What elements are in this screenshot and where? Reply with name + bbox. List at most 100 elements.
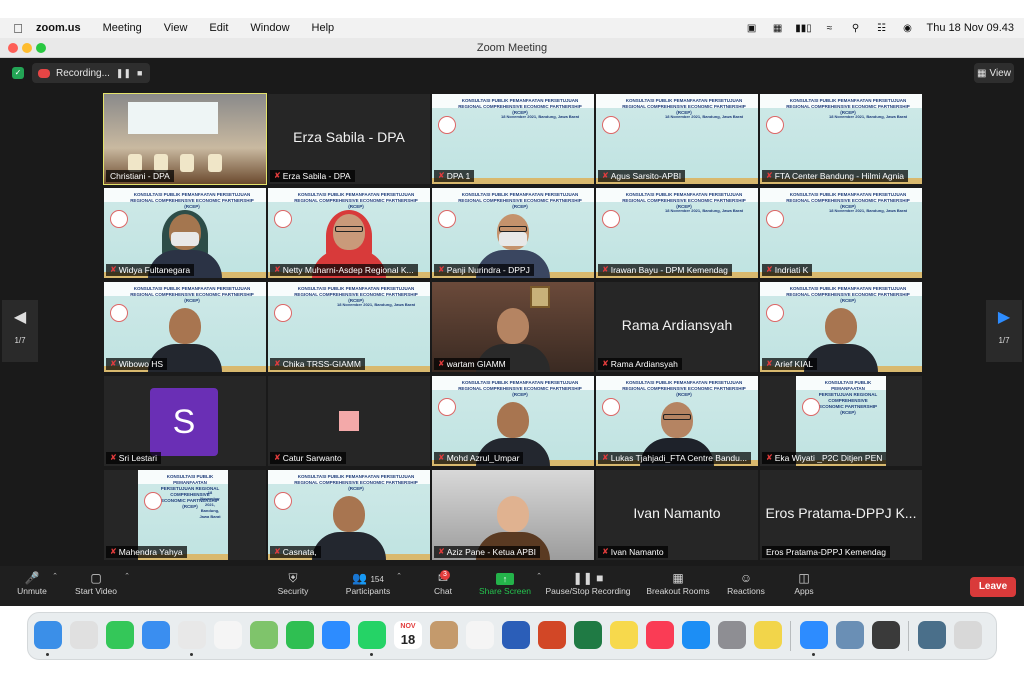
- bitwarden-icon[interactable]: ▦: [771, 23, 785, 34]
- notes-icon[interactable]: [610, 621, 638, 649]
- unmute-button[interactable]: 🎤 Unmute ⌃: [14, 570, 58, 596]
- previous-page-button[interactable]: ◀ 1/7: [2, 300, 38, 362]
- video-tile[interactable]: KONSULTASI PUBLIK PEMANFAATAN PERSETUJUA…: [760, 282, 922, 372]
- video-tile[interactable]: KONSULTASI PUBLIK PEMANFAATAN PERSETUJUA…: [596, 188, 758, 278]
- apple-icon[interactable]: : [0, 21, 36, 36]
- eyeglasses: [663, 414, 691, 420]
- video-options-caret-icon[interactable]: ⌃: [124, 572, 130, 580]
- participant-display-name: Rama Ardiansyah: [621, 317, 733, 333]
- reminders-icon[interactable]: [466, 621, 494, 649]
- reactions-label: Reactions: [727, 586, 765, 596]
- video-tile[interactable]: KONSULTASI PUBLIK PEMANFAATAN PERSETUJUA…: [432, 376, 594, 466]
- battery-icon[interactable]: ▮▮▯: [795, 23, 812, 34]
- video-tile[interactable]: KONSULTASI PUBLIK PEMANFAATAN PERSETUJUA…: [760, 376, 922, 466]
- wifi-icon[interactable]: ≈: [823, 23, 837, 34]
- audio-options-caret-icon[interactable]: ⌃: [52, 572, 58, 580]
- chrome-icon[interactable]: [178, 621, 206, 649]
- zoom-icon[interactable]: [800, 621, 828, 649]
- excel-icon[interactable]: [574, 621, 602, 649]
- messages-icon[interactable]: [106, 621, 134, 649]
- menu-app-name[interactable]: zoom.us: [36, 22, 81, 34]
- video-tile[interactable]: ✘ wartam GIAMM: [432, 282, 594, 372]
- whatsapp-icon[interactable]: [358, 621, 386, 649]
- spotlight-search-icon[interactable]: ⚲: [849, 23, 863, 34]
- pause-stop-recording-button[interactable]: ❚❚ ■ Pause/Stop Recording: [542, 570, 634, 596]
- menu-meeting[interactable]: Meeting: [103, 22, 142, 34]
- start-video-label: Start Video: [75, 586, 117, 596]
- muted-microphone-icon: ✘: [274, 547, 281, 556]
- powerpoint-icon[interactable]: [538, 621, 566, 649]
- video-tile[interactable]: KONSULTASI PUBLIK PEMANFAATAN PERSETUJUA…: [268, 282, 430, 372]
- start-video-button[interactable]: ▢ Start Video ⌃: [70, 570, 130, 596]
- security-button[interactable]: ⛨ Security: [274, 570, 312, 596]
- video-tile[interactable]: Erza Sabila - DPA ✘ Erza Sabila - DPA: [268, 94, 430, 184]
- room-chair: [208, 154, 222, 172]
- photos-icon[interactable]: [214, 621, 242, 649]
- mail-icon[interactable]: [142, 621, 170, 649]
- apps-button[interactable]: ◫ Apps: [790, 570, 818, 596]
- camera-status-icon[interactable]: ▣: [745, 23, 759, 34]
- video-tile[interactable]: Ivan Namanto ✘ Ivan Namanto: [596, 470, 758, 560]
- image-folder-icon[interactable]: [918, 621, 946, 649]
- video-tile[interactable]: S ✘ Sri Lestari: [104, 376, 266, 466]
- control-center-icon[interactable]: ☷: [875, 23, 889, 34]
- calendar-icon[interactable]: NOV 18: [394, 621, 422, 649]
- video-tile[interactable]: KONSULTASI PUBLIK PEMANFAATAN PERSETUJUA…: [104, 188, 266, 278]
- launchpad-icon[interactable]: [70, 621, 98, 649]
- participant-name: Aziz Pane - Ketua APBI: [446, 547, 537, 557]
- reactions-button[interactable]: ☺ Reactions: [724, 570, 768, 596]
- stickies-icon[interactable]: [754, 621, 782, 649]
- video-tile[interactable]: KONSULTASI PUBLIK PEMANFAATAN PERSETUJUA…: [760, 94, 922, 184]
- leave-button[interactable]: Leave: [970, 577, 1016, 597]
- video-tile[interactable]: KONSULTASI PUBLIK PEMANFAATAN PERSETUJUA…: [104, 470, 266, 560]
- menu-help[interactable]: Help: [312, 22, 335, 34]
- video-tile[interactable]: ✘ Catur Sarwanto: [268, 376, 430, 466]
- breakout-rooms-button[interactable]: ▦ Breakout Rooms: [644, 570, 712, 596]
- muted-microphone-icon: ✘: [766, 359, 773, 368]
- chat-button[interactable]: ✉ 3 Chat: [430, 570, 456, 596]
- video-tile[interactable]: KONSULTASI PUBLIK PEMANFAATAN PERSETUJUA…: [268, 470, 430, 560]
- maps-icon[interactable]: [250, 621, 278, 649]
- video-tile[interactable]: KONSULTASI PUBLIK PEMANFAATAN PERSETUJUA…: [104, 282, 266, 372]
- menu-view[interactable]: View: [164, 22, 188, 34]
- video-tile[interactable]: Christiani - DPA: [103, 93, 267, 185]
- menu-window[interactable]: Window: [250, 22, 289, 34]
- finder-icon[interactable]: [34, 621, 62, 649]
- safari-icon[interactable]: [322, 621, 350, 649]
- rcep-logo-icon: [766, 210, 784, 228]
- muted-microphone-icon: ✘: [438, 265, 445, 274]
- word-icon[interactable]: [502, 621, 530, 649]
- music-icon[interactable]: [646, 621, 674, 649]
- participant-name: FTA Center Bandung - Hilmi Agnia: [774, 171, 904, 181]
- video-tile[interactable]: KONSULTASI PUBLIK PEMANFAATAN PERSETUJUA…: [760, 188, 922, 278]
- trash-icon[interactable]: [954, 621, 982, 649]
- video-tile[interactable]: ✘ Aziz Pane - Ketua APBI: [432, 470, 594, 560]
- video-tile[interactable]: KONSULTASI PUBLIK PEMANFAATAN PERSETUJUA…: [268, 188, 430, 278]
- next-page-button[interactable]: ▶ 1/7: [986, 300, 1022, 362]
- video-tile[interactable]: KONSULTASI PUBLIK PEMANFAATAN PERSETUJUA…: [596, 376, 758, 466]
- running-indicator: [46, 653, 49, 656]
- settings-icon[interactable]: [718, 621, 746, 649]
- video-tile[interactable]: Rama Ardiansyah ✘ Rama Ardiansyah: [596, 282, 758, 372]
- participants-caret-icon[interactable]: ⌃: [396, 572, 402, 580]
- video-tile[interactable]: KONSULTASI PUBLIK PEMANFAATAN PERSETUJUA…: [432, 94, 594, 184]
- facetime-icon[interactable]: [286, 621, 314, 649]
- siri-icon[interactable]: ◉: [901, 23, 915, 34]
- participants-button[interactable]: 👥 154 Participants ⌃: [342, 570, 402, 596]
- preview-icon[interactable]: [836, 621, 864, 649]
- participant-nameplate: ✘ Mahendra Yahya: [106, 546, 187, 558]
- video-tile[interactable]: Eros Pratama-DPPJ K... Eros Pratama-DPPJ …: [760, 470, 922, 560]
- menubar-clock[interactable]: Thu 18 Nov 09.43: [927, 22, 1014, 34]
- video-tile[interactable]: KONSULTASI PUBLIK PEMANFAATAN PERSETUJUA…: [596, 94, 758, 184]
- contacts-icon[interactable]: [430, 621, 458, 649]
- room-chair: [180, 154, 194, 172]
- muted-microphone-icon: ✘: [438, 171, 445, 180]
- share-screen-button[interactable]: ↑ Share Screen ⌃: [476, 570, 542, 596]
- appstore-icon[interactable]: [682, 621, 710, 649]
- menu-edit[interactable]: Edit: [209, 22, 228, 34]
- muted-microphone-icon: ✘: [602, 547, 609, 556]
- video-tile[interactable]: KONSULTASI PUBLIK PEMANFAATAN PERSETUJUA…: [432, 188, 594, 278]
- chat-unread-badge: 3: [440, 570, 450, 580]
- reactions-smiley-icon: ☺: [739, 571, 753, 585]
- screenshot-icon[interactable]: [872, 621, 900, 649]
